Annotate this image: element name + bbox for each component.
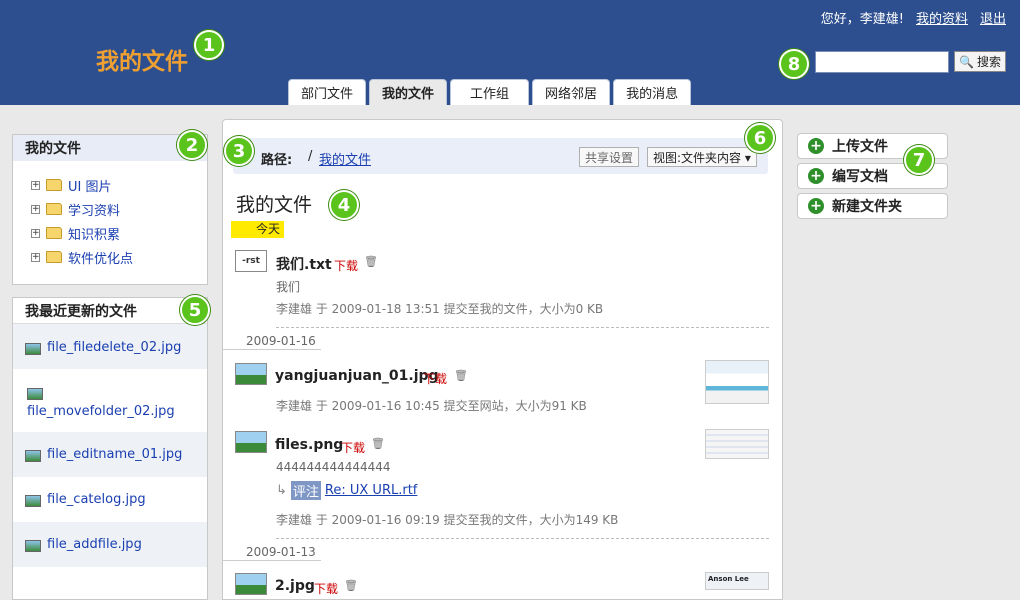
new-folder-button[interactable]: + 新建文件夹: [797, 193, 948, 219]
file-preview-thumbnail[interactable]: [705, 360, 769, 404]
date-header: 2009-01-13: [246, 545, 316, 559]
comment-line: ↳ 评注 Re: UX URL.rtf: [276, 481, 417, 500]
divider: [276, 538, 769, 539]
path-label: 路径:: [261, 153, 293, 168]
search-button-label: 搜索: [976, 55, 1001, 69]
file-meta: 李建雄 于 2009-01-16 10:45 提交至网站，大小为91 KB: [276, 399, 587, 413]
comment-tag: 评注: [290, 481, 321, 500]
recent-file-item[interactable]: file_editname_01.jpg: [13, 432, 207, 477]
tab-my-files[interactable]: 我的文件: [369, 79, 448, 105]
folder-tree-panel: 我的文件 + UI 图片 + 学习资料 + 知识积累 + 软件优化点: [12, 134, 208, 285]
image-file-icon: [25, 343, 41, 355]
user-bar: 您好，李建雄! 我的资料 退出: [821, 8, 1006, 27]
trash-icon[interactable]: 🗑: [371, 437, 385, 450]
image-file-icon: [27, 388, 43, 400]
callout-badge-1: 1: [194, 30, 224, 60]
recent-file-item[interactable]: file_movefolder_02.jpg: [13, 369, 207, 432]
file-name[interactable]: files.png: [275, 437, 343, 453]
image-file-icon: [25, 540, 41, 552]
comment-arrow-icon: ↳: [276, 483, 287, 498]
logout-link[interactable]: 退出: [980, 8, 1006, 27]
callout-badge-2: 2: [177, 130, 207, 160]
profile-link[interactable]: 我的资料: [916, 8, 968, 27]
tab-network[interactable]: 网络邻居: [532, 79, 611, 105]
file-name[interactable]: 2.jpg: [275, 578, 315, 594]
tree-item-study[interactable]: + 学习资料: [13, 197, 207, 221]
path-link-my-files[interactable]: 我的文件: [319, 149, 371, 168]
search-icon: 🔍: [959, 54, 974, 69]
recent-file-item[interactable]: file_catelog.jpg: [13, 477, 207, 522]
add-icon: +: [808, 138, 824, 154]
tab-workgroup[interactable]: 工作组: [450, 79, 530, 105]
text-file-icon: -rst: [235, 250, 267, 272]
image-file-icon: [25, 450, 41, 462]
trash-icon[interactable]: 🗑: [364, 255, 378, 268]
divider: [223, 560, 321, 561]
callout-badge-3: 3: [224, 136, 254, 166]
download-link[interactable]: 下载: [341, 439, 365, 456]
file-description: 我们: [276, 280, 301, 294]
page-title: 我的文件: [236, 194, 313, 216]
folder-icon: [46, 251, 62, 263]
search-input[interactable]: [815, 51, 949, 73]
folder-icon: [46, 227, 62, 239]
image-file-icon: [235, 363, 267, 385]
file-name[interactable]: 我们.txt: [276, 254, 332, 274]
callout-badge-7: 7: [904, 145, 934, 175]
recent-files-title: 我最近更新的文件: [13, 298, 207, 324]
file-preview-thumbnail[interactable]: [705, 429, 769, 459]
download-link[interactable]: 下载: [423, 370, 447, 387]
path-bar: 路径: / 我的文件 共享设置 视图:文件夹内容 ▾: [233, 138, 768, 174]
download-link[interactable]: 下载: [314, 580, 338, 597]
callout-badge-6: 6: [745, 123, 775, 153]
download-link[interactable]: 下载: [334, 257, 358, 274]
nav-tabs: 部门文件 我的文件 工作组 网络邻居 我的消息: [288, 79, 692, 105]
file-preview-thumbnail[interactable]: Anson Lee: [705, 572, 769, 590]
folder-icon: [46, 179, 62, 191]
path-separator: /: [308, 149, 313, 164]
tab-messages[interactable]: 我的消息: [613, 79, 692, 105]
callout-badge-8: 8: [779, 49, 809, 79]
share-settings-button[interactable]: 共享设置: [579, 147, 640, 167]
main-panel: 路径: / 我的文件 共享设置 视图:文件夹内容 ▾ 我的文件 今天 -rst …: [222, 119, 783, 600]
header: 您好，李建雄! 我的资料 退出 我的文件 🔍 搜索 部门文件 我的文件 工作组 …: [0, 0, 1020, 105]
image-file-icon: [235, 573, 267, 595]
tree-item-optimize[interactable]: + 软件优化点: [13, 245, 207, 269]
search-button[interactable]: 🔍 搜索: [954, 51, 1006, 72]
tree-item-knowledge[interactable]: + 知识积累: [13, 221, 207, 245]
logo: 我的文件: [96, 49, 188, 75]
file-description: 444444444444444: [276, 460, 391, 474]
today-tag: 今天: [231, 221, 284, 238]
expand-icon[interactable]: +: [31, 228, 40, 238]
recent-files-panel: 我最近更新的文件 file_filedelete_02.jpg file_mov…: [12, 297, 208, 600]
add-icon: +: [808, 198, 824, 214]
comment-link[interactable]: Re: UX URL.rtf: [325, 483, 417, 498]
expand-icon[interactable]: +: [31, 204, 40, 214]
folder-icon: [46, 203, 62, 215]
callout-badge-5: 5: [180, 295, 210, 325]
file-meta: 李建雄 于 2009-01-16 09:19 提交至我的文件，大小为149 KB: [276, 513, 619, 527]
greeting: 您好，李建雄!: [820, 12, 904, 27]
add-icon: +: [808, 168, 824, 184]
tree-item-ui[interactable]: + UI 图片: [13, 173, 207, 197]
divider: [223, 349, 321, 350]
recent-file-item[interactable]: file_addfile.jpg: [13, 522, 207, 567]
trash-icon[interactable]: 🗑: [454, 369, 468, 382]
file-name[interactable]: yangjuanjuan_01.jpg: [275, 368, 439, 384]
divider: [276, 327, 769, 328]
view-dropdown[interactable]: 视图:文件夹内容 ▾: [647, 147, 757, 167]
recent-file-item[interactable]: file_filedelete_02.jpg: [13, 324, 207, 369]
image-file-icon: [235, 431, 267, 453]
callout-badge-4: 4: [329, 190, 359, 220]
tab-dept-files[interactable]: 部门文件: [288, 79, 367, 105]
trash-icon[interactable]: 🗑: [344, 579, 358, 592]
file-meta: 李建雄 于 2009-01-18 13:51 提交至我的文件，大小为0 KB: [276, 302, 604, 316]
expand-icon[interactable]: +: [31, 252, 40, 262]
image-file-icon: [25, 495, 41, 507]
date-header: 2009-01-16: [246, 334, 316, 348]
expand-icon[interactable]: +: [31, 180, 40, 190]
